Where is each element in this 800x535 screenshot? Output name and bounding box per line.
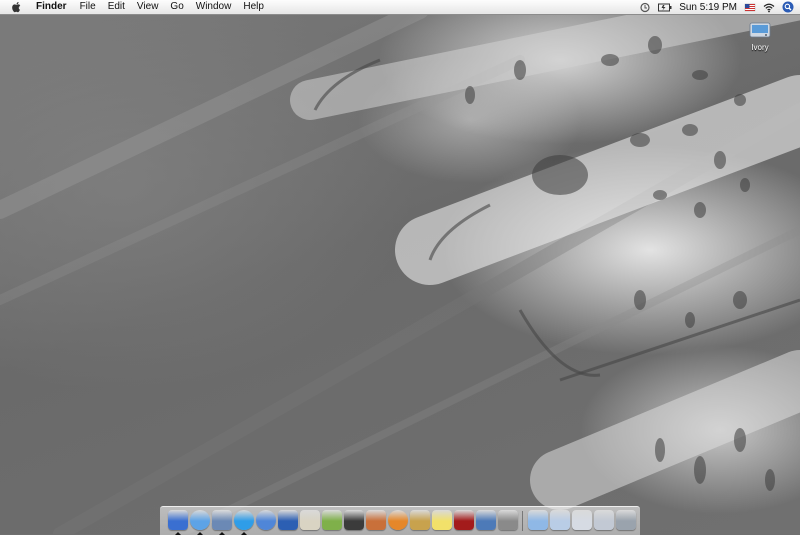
dock-ichat-icon[interactable] — [234, 510, 254, 530]
dock-pen-tool-app-icon[interactable] — [366, 510, 386, 530]
apple-menu-icon[interactable] — [11, 1, 23, 13]
menu-clock[interactable]: Sun 5:19 PM — [679, 2, 737, 13]
spotlight-icon[interactable] — [782, 1, 794, 13]
menu-edit[interactable]: Edit — [102, 0, 131, 14]
dock-clapper-app-icon[interactable] — [322, 510, 342, 530]
menu-file[interactable]: File — [74, 0, 102, 14]
menu-go[interactable]: Go — [164, 0, 189, 14]
menu-extras: Sun 5:19 PM — [639, 0, 794, 14]
dock-word-icon[interactable] — [278, 510, 298, 530]
dock-stickies-icon[interactable] — [432, 510, 452, 530]
dock-separator — [522, 511, 523, 531]
dock-photo-app-icon[interactable] — [476, 510, 496, 530]
spotlight-helper-icon[interactable] — [639, 2, 651, 13]
dock-safari-icon[interactable] — [190, 510, 210, 530]
hard-drive-icon — [749, 22, 771, 38]
dock-pen-app-icon[interactable] — [300, 510, 320, 530]
dock-pen-stack-icon[interactable] — [594, 510, 614, 530]
dock-mail-icon[interactable] — [212, 510, 232, 530]
wallpaper-art — [0, 0, 800, 534]
dock-documents-stack-icon[interactable] — [550, 510, 570, 530]
menu-bar: Finder File Edit View Go Window Help Sun… — [0, 0, 800, 15]
wifi-icon[interactable] — [763, 2, 775, 13]
menu-view[interactable]: View — [131, 0, 165, 14]
desktop-wallpaper — [0, 0, 800, 534]
dock-trash-icon[interactable] — [616, 510, 636, 530]
menu-app-name[interactable]: Finder — [32, 0, 74, 14]
dock-downloads-stack-icon[interactable] — [572, 510, 592, 530]
dock-itunes-icon[interactable] — [256, 510, 276, 530]
flag-icon[interactable] — [744, 2, 756, 13]
desktop-icon-ivory[interactable]: Ivory — [742, 18, 778, 52]
dock-applications-folder-icon[interactable] — [528, 510, 548, 530]
dock-finder-icon[interactable] — [168, 510, 188, 530]
menu-help[interactable]: Help — [237, 0, 270, 14]
dock-acrobat-icon[interactable] — [454, 510, 474, 530]
desktop-icon-label: Ivory — [751, 43, 769, 52]
menu-window[interactable]: Window — [190, 0, 238, 14]
dock-blender-icon[interactable] — [388, 510, 408, 530]
battery-icon[interactable] — [658, 2, 672, 13]
dock — [160, 506, 640, 535]
dock-brush-app-icon[interactable] — [410, 510, 430, 530]
dock-imovie-icon[interactable] — [344, 510, 364, 530]
dock-system-preferences-icon[interactable] — [498, 510, 518, 530]
